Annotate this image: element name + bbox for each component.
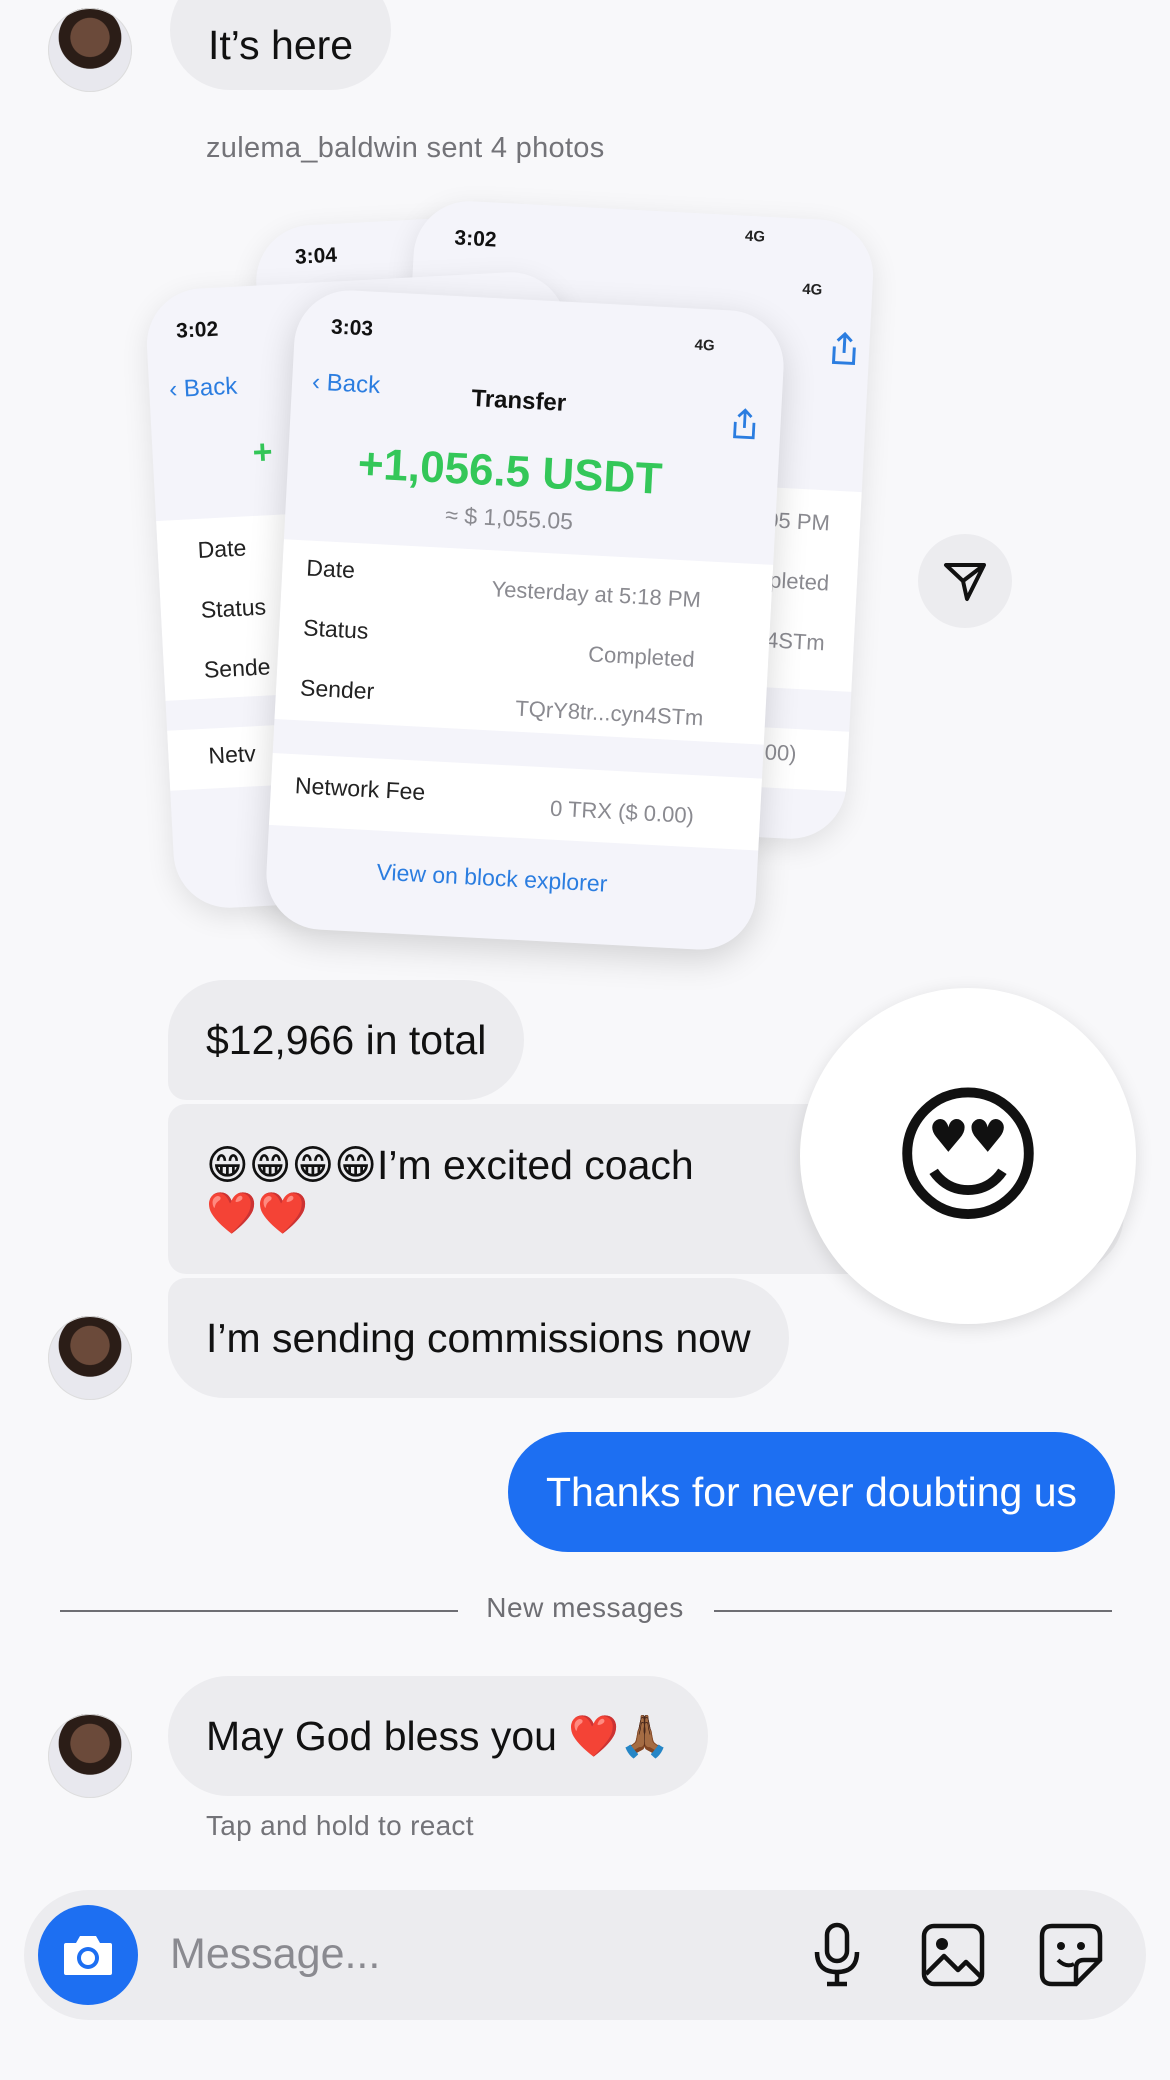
camera-icon (64, 1936, 112, 1975)
sent-photos-note: zulema_baldwin sent 4 photos (206, 132, 605, 164)
gallery-icon (921, 1923, 985, 1987)
message-text: 😁😁😁😁I’m excited coach (206, 1142, 694, 1188)
new-messages-label: New messages (486, 1592, 684, 1623)
gallery-button[interactable] (910, 1912, 996, 1998)
row-label: Status (200, 593, 267, 623)
back-label: Back (326, 369, 381, 400)
row-label: Netv (207, 740, 257, 769)
row-label: Sender (299, 674, 375, 705)
message-bubble[interactable]: May God bless you ❤️🙏🏾 (168, 1676, 709, 1796)
message-text: May God bless you ❤️🙏🏾 (206, 1713, 671, 1759)
row-label: Date (196, 534, 247, 563)
photo-card-front[interactable]: 3:03 4G ‹ Back Transfer +1,056.5 USDT ≈ … (263, 287, 787, 953)
send-icon (944, 563, 986, 601)
message-text: I’m sending commissions now (206, 1315, 751, 1361)
status-time: 3:02 (453, 226, 498, 252)
message-input[interactable]: Message... (170, 1930, 380, 1979)
outgoing-message-bubble[interactable]: Thanks for never doubting us (508, 1432, 1116, 1552)
message-text: ❤️❤️ (206, 1190, 309, 1236)
status-time: 3:04 (294, 243, 338, 269)
back-label: Back (183, 372, 238, 403)
sticker-icon (1039, 1923, 1103, 1987)
back-button: ‹ Back (168, 372, 238, 404)
row-label: Sende (203, 653, 272, 683)
message-bubble[interactable]: I’m sending commissions now (168, 1278, 789, 1398)
react-hint: Tap and hold to react (206, 1810, 474, 1841)
amount-peek: + (251, 432, 274, 472)
signal-indicator: 4G (694, 336, 716, 355)
message-composer: Message... (24, 1890, 1146, 2020)
message-text: Thanks for never doubting us (546, 1469, 1078, 1515)
sticker-button[interactable] (1028, 1912, 1114, 1998)
signal-indicator: 4G (744, 227, 766, 246)
photo-stack[interactable]: 3:04 3:02 4G 4G :05 PM npleted n4STm $ 0… (144, 198, 890, 960)
reaction-emoji: 😍 (889, 1072, 1047, 1240)
share-button[interactable] (918, 534, 1012, 628)
message-text: $12,966 in total (206, 1017, 487, 1063)
share-icon (729, 407, 759, 447)
message-bubble[interactable]: $12,966 in total (168, 980, 525, 1100)
row-value: Completed (587, 641, 696, 672)
status-time: 3:02 (175, 317, 219, 343)
camera-button[interactable] (38, 1905, 138, 2005)
message-text: It’s here (208, 22, 354, 68)
row-label: Date (305, 554, 356, 584)
microphone-button[interactable] (794, 1912, 880, 1998)
avatar[interactable] (48, 1714, 132, 1798)
message-bubble[interactable]: It’s here (170, 0, 392, 90)
signal-indicator: 4G (801, 280, 823, 299)
avatar[interactable] (48, 1316, 132, 1400)
status-time: 3:03 (330, 315, 374, 341)
screen-title: Transfer (470, 384, 567, 417)
chat-screen: It’s here zulema_baldwin sent 4 photos 3… (0, 0, 1170, 2080)
block-explorer-link: View on block explorer (375, 858, 608, 897)
reaction-preview[interactable]: 😍 (800, 988, 1136, 1324)
fiat-value: ≈ $ 1,055.05 (444, 501, 574, 535)
transfer-amount: +1,056.5 USDT (356, 439, 664, 504)
microphone-icon (814, 1922, 860, 1987)
row-label: Status (302, 614, 370, 644)
back-button: ‹ Back (311, 368, 381, 400)
share-icon (828, 330, 860, 373)
avatar[interactable] (48, 8, 132, 92)
